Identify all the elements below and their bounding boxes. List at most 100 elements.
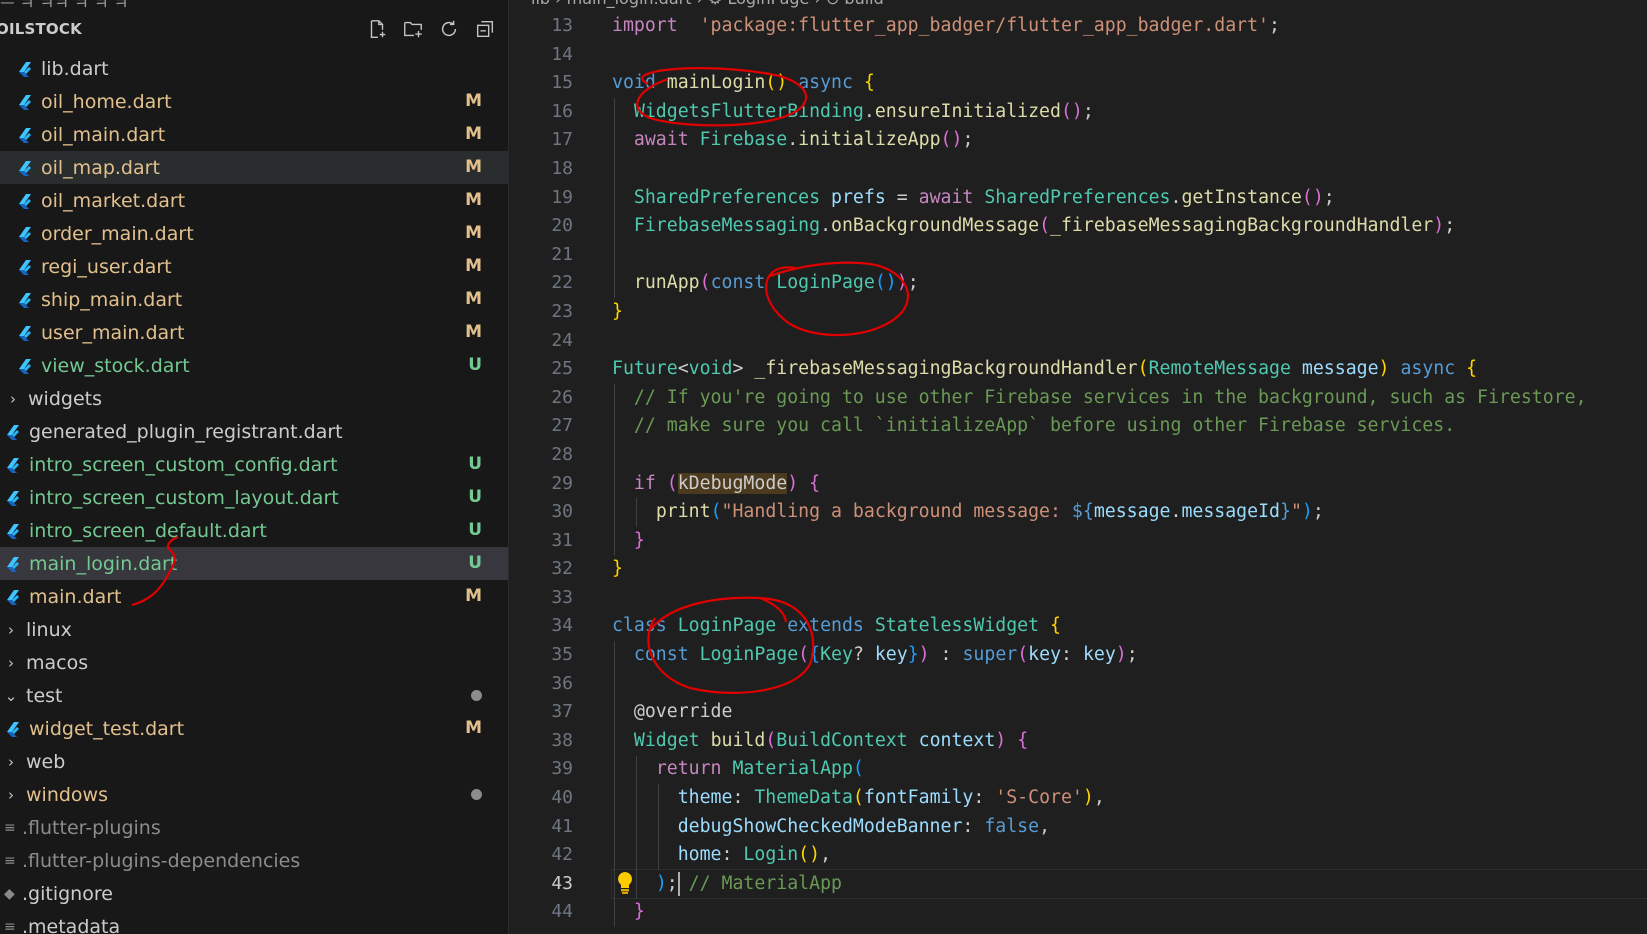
code-token: { — [1466, 358, 1478, 380]
code-token: // MaterialApp — [688, 872, 842, 894]
line-number: 40 — [551, 787, 573, 809]
dart-file-icon — [4, 588, 22, 606]
tree-item-main-dart[interactable]: main.dart M — [0, 580, 508, 613]
code-token: ( — [798, 644, 810, 666]
code-token: } — [1280, 501, 1291, 523]
line-number: 37 — [551, 701, 573, 723]
code-line[interactable]: theme: ThemeData(fontFamily: 'S-Core'), — [612, 784, 1647, 813]
code-line[interactable] — [612, 327, 1647, 356]
code-token: ) — [896, 272, 908, 294]
code-line[interactable]: // make sure you call `initializeApp` be… — [612, 412, 1647, 441]
code-line[interactable]: ); // MaterialApp — [611, 868, 1647, 900]
tree-item-label: .flutter-plugins — [22, 816, 161, 839]
code-line[interactable]: void mainLogin() async { — [612, 69, 1647, 98]
dart-file-icon — [16, 225, 34, 243]
code-line[interactable]: WidgetsFlutterBinding.ensureInitialized(… — [612, 98, 1647, 127]
code-line[interactable]: } — [612, 898, 1647, 927]
tree-item-flutter-plugins[interactable]: ≡ .flutter-plugins — [0, 811, 508, 844]
code-line[interactable] — [612, 670, 1647, 699]
tree-item-label: oil_home.dart — [41, 90, 172, 113]
tree-item-view-stock-dart[interactable]: view_stock.dart U — [0, 349, 508, 382]
tree-item-oil-market-dart[interactable]: oil_market.dart M — [0, 184, 508, 217]
tree-item-user-main-dart[interactable]: user_main.dart M — [0, 316, 508, 349]
tree-item-linux[interactable]: › linux — [0, 613, 508, 646]
collapse-all-icon[interactable] — [472, 16, 498, 42]
tree-item-label: oil_main.dart — [41, 123, 166, 146]
tree-item-macos[interactable]: › macos — [0, 646, 508, 679]
tree-item-widget-test-dart[interactable]: widget_test.dart M — [0, 712, 508, 745]
new-file-icon[interactable] — [364, 16, 390, 42]
tree-item-regi-user-dart[interactable]: regi_user.dart M — [0, 250, 508, 283]
tree-item-lib-dart[interactable]: lib.dart — [0, 52, 508, 85]
tree-item-intro-screen-custom-config-dart[interactable]: intro_screen_custom_config.dart U — [0, 448, 508, 481]
chevron-right-icon[interactable]: › — [4, 753, 18, 771]
tree-item-oil-home-dart[interactable]: oil_home.dart M — [0, 85, 508, 118]
code-line[interactable] — [612, 241, 1647, 270]
breadcrumb[interactable]: lib › main_login.dart › ⚙ LoginPage › ⊙ … — [509, 0, 884, 9]
code-line[interactable]: // If you're going to use other Firebase… — [612, 384, 1647, 413]
new-folder-icon[interactable] — [400, 16, 426, 42]
code-line[interactable]: } — [612, 555, 1647, 584]
code-line[interactable]: return MaterialApp( — [612, 755, 1647, 784]
code-token: 'package:flutter_app_badger/flutter_app_… — [699, 15, 1269, 36]
tree-item-label: widget_test.dart — [29, 717, 185, 740]
code-line[interactable]: } — [612, 298, 1647, 327]
tree-item-flutter-plugins-dependencies[interactable]: ≡ .flutter-plugins-dependencies — [0, 844, 508, 877]
code-line[interactable]: home: Login(), — [612, 841, 1647, 870]
code-token: ( — [666, 472, 678, 494]
tree-item-oil-main-dart[interactable]: oil_main.dart M — [0, 118, 508, 151]
tree-item-oil-map-dart[interactable]: oil_map.dart M — [0, 151, 508, 184]
chevron-right-icon[interactable]: › — [4, 621, 18, 639]
tree-item-metadata[interactable]: ≡ .metadata — [0, 910, 508, 934]
code-token: () — [874, 272, 897, 294]
tree-item-gitignore[interactable]: ◆ .gitignore — [0, 877, 508, 910]
tree-item-windows[interactable]: › windows — [0, 778, 508, 811]
code-line[interactable]: class LoginPage extends StatelessWidget … — [612, 612, 1647, 641]
code-line[interactable] — [612, 155, 1647, 184]
tree-item-label: generated_plugin_registrant.dart — [29, 420, 343, 443]
refresh-icon[interactable] — [436, 16, 462, 42]
tree-item-main-login-dart[interactable]: main_login.dart U — [0, 547, 508, 580]
chevron-down-icon[interactable]: ⌄ — [4, 687, 18, 705]
code-line[interactable] — [612, 41, 1647, 70]
chevron-right-icon[interactable]: › — [4, 786, 18, 804]
code-line[interactable]: debugShowCheckedModeBanner: false, — [612, 813, 1647, 842]
code-line[interactable] — [612, 584, 1647, 613]
code-line[interactable]: SharedPreferences prefs = await SharedPr… — [612, 184, 1647, 213]
chevron-right-icon[interactable]: › — [6, 390, 20, 408]
lightbulb-icon[interactable] — [615, 871, 635, 899]
code-token: " — [1290, 501, 1302, 523]
chevron-right-icon[interactable]: › — [4, 654, 18, 672]
code-line[interactable] — [612, 441, 1647, 470]
code-line[interactable]: if (kDebugMode) { — [612, 470, 1647, 499]
code-line[interactable]: const LoginPage({Key? key}) : super(key:… — [612, 641, 1647, 670]
dart-file-icon — [16, 324, 34, 342]
code-line[interactable]: print("Handling a background message: ${… — [612, 498, 1647, 527]
tree-item-test[interactable]: ⌄ test — [0, 679, 508, 712]
code-line[interactable]: } — [612, 527, 1647, 556]
tree-item-web[interactable]: › web — [0, 745, 508, 778]
code-area[interactable]: import 'package:flutter_app_badger/flutt… — [611, 12, 1647, 927]
tree-item-order-main-dart[interactable]: order_main.dart M — [0, 217, 508, 250]
tree-item-intro-screen-default-dart[interactable]: intro_screen_default.dart U — [0, 514, 508, 547]
tree-item-generated-plugin-registrant-dart[interactable]: generated_plugin_registrant.dart — [0, 415, 508, 448]
code-line[interactable]: runApp(const LoginPage()); — [612, 269, 1647, 298]
code-line[interactable]: import 'package:flutter_app_badger/flutt… — [612, 12, 1647, 41]
code-line[interactable]: Future<void> _firebaseMessagingBackgroun… — [612, 355, 1647, 384]
tree-item-intro-screen-custom-layout-dart[interactable]: intro_screen_custom_layout.dart U — [0, 481, 508, 514]
code-line[interactable]: await Firebase.initializeApp(); — [612, 126, 1647, 155]
code-editor[interactable]: lib › main_login.dart › ⚙ LoginPage › ⊙ … — [509, 0, 1647, 934]
tree-item-ship-main-dart[interactable]: ship_main.dart M — [0, 283, 508, 316]
code-token: RemoteMessage — [1148, 358, 1291, 380]
code-line[interactable]: @override — [612, 698, 1647, 727]
code-line[interactable]: Widget build(BuildContext context) { — [612, 727, 1647, 756]
code-token: return — [655, 758, 722, 780]
tree-item-widgets[interactable]: › widgets — [0, 382, 508, 415]
code-line[interactable]: FirebaseMessaging.onBackgroundMessage(_f… — [612, 212, 1647, 241]
